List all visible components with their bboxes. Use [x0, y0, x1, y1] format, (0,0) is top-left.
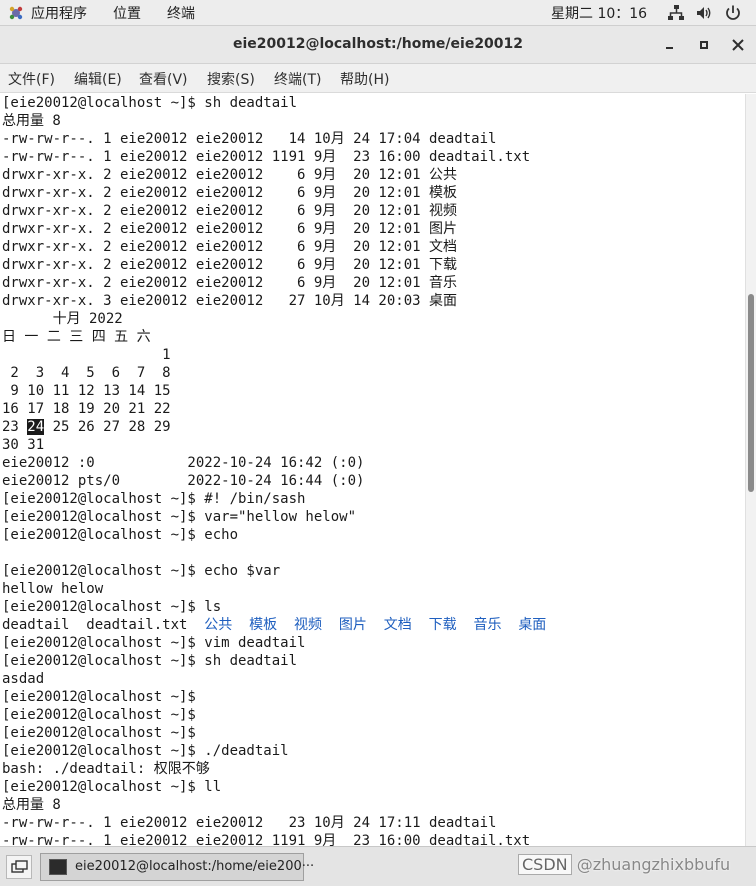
- terminal-line: [eie20012@localhost ~]$ ./deadtail: [2, 743, 289, 759]
- terminal-scrollbar[interactable]: [745, 94, 756, 846]
- taskbar-window-label: eie20012@localhost:/home/eie200···: [75, 859, 315, 874]
- ls-dir: 音乐: [473, 617, 502, 633]
- terminal-line: [eie20012@localhost ~]$ var="hellow helo…: [2, 509, 357, 525]
- show-desktop-button[interactable]: [6, 855, 32, 879]
- terminal-line: [eie20012@localhost ~]$ #! /bin/sash: [2, 491, 306, 507]
- calendar-week: 16 17 18 19 20 21 22: [2, 401, 171, 417]
- watermark-csdn: CSDN: [518, 854, 572, 875]
- terminal-line: [eie20012@localhost ~]$: [2, 707, 196, 723]
- ls-dir: 公共: [204, 617, 233, 633]
- terminal-line: drwxr-xr-x. 2 eie20012 eie20012 6 9月 20 …: [2, 239, 458, 255]
- terminal-output[interactable]: [eie20012@localhost ~]$ sh deadtail 总用量 8…: [0, 94, 745, 846]
- places-menu[interactable]: 位置: [113, 3, 141, 23]
- ls-dir: 桌面: [518, 617, 547, 633]
- applications-icon: [9, 6, 23, 20]
- maximize-icon[interactable]: [694, 35, 714, 55]
- calendar-header: 十月 2022: [2, 311, 123, 327]
- ls-dir: 图片: [338, 617, 367, 633]
- terminal-line: [eie20012@localhost ~]$ echo: [2, 527, 239, 543]
- ls-dir: 下载: [428, 617, 457, 633]
- terminal-line: eie20012 pts/0 2022-10-24 16:44 (:0): [2, 473, 365, 489]
- terminal-line: -rw-rw-r--. 1 eie20012 eie20012 23 10月 2…: [2, 815, 497, 831]
- watermark: CSDN @zhuangzhixbbufu: [518, 854, 731, 875]
- terminal-line: bash: ./deadtail: 权限不够: [2, 761, 210, 777]
- terminal-line: [eie20012@localhost ~]$ vim deadtail: [2, 635, 306, 651]
- terminal-line: [eie20012@localhost ~]$ sh deadtail: [2, 653, 298, 669]
- terminal-line: [eie20012@localhost ~]$ ls: [2, 599, 222, 615]
- window-titlebar[interactable]: eie20012@localhost:/home/eie20012: [0, 26, 756, 64]
- terminal-line: -rw-rw-r--. 1 eie20012 eie20012 1191 9月 …: [2, 833, 531, 846]
- calendar-week: 30 31: [2, 437, 45, 453]
- terminal-line: -rw-rw-r--. 1 eie20012 eie20012 14 10月 2…: [2, 131, 497, 147]
- menu-view[interactable]: 查看(V): [139, 69, 188, 89]
- terminal-line: drwxr-xr-x. 3 eie20012 eie20012 27 10月 1…: [2, 293, 458, 309]
- top-panel: 应用程序 位置 终端 星期二 10：16: [0, 0, 756, 26]
- terminal-line: [eie20012@localhost ~]$: [2, 689, 196, 705]
- ls-files: deadtail deadtail.txt: [2, 617, 205, 633]
- terminal-line: [eie20012@localhost ~]$ echo $var: [2, 563, 281, 579]
- terminal-line: 总用量 8: [2, 797, 61, 813]
- menu-bar: 文件(F) 编辑(E) 查看(V) 搜索(S) 终端(T) 帮助(H): [0, 64, 756, 93]
- minimize-icon[interactable]: [660, 35, 680, 55]
- calendar-week: 1: [2, 347, 171, 363]
- power-icon[interactable]: [724, 4, 742, 22]
- volume-icon[interactable]: [695, 4, 713, 22]
- menu-terminal[interactable]: 终端(T): [274, 69, 321, 89]
- terminal-line: hellow helow: [2, 581, 104, 597]
- menu-file[interactable]: 文件(F): [8, 69, 55, 89]
- terminal-line: drwxr-xr-x. 2 eie20012 eie20012 6 9月 20 …: [2, 221, 458, 237]
- ls-dir: 文档: [383, 617, 412, 633]
- scrollbar-thumb[interactable]: [748, 294, 754, 492]
- show-desktop-icon: [11, 860, 28, 873]
- terminal-line: drwxr-xr-x. 2 eie20012 eie20012 6 9月 20 …: [2, 275, 458, 291]
- calendar-days-before: 23: [2, 419, 28, 435]
- terminal-line: [eie20012@localhost ~]$: [2, 725, 196, 741]
- terminal-line: 总用量 8: [2, 113, 61, 129]
- calendar-today-highlight: 24: [27, 419, 45, 435]
- terminal-app-menu[interactable]: 终端: [167, 3, 195, 23]
- terminal-line: asdad: [2, 671, 45, 687]
- taskbar-window-button[interactable]: eie20012@localhost:/home/eie200···: [40, 853, 314, 881]
- ls-dir: 视频: [294, 617, 323, 633]
- menu-edit[interactable]: 编辑(E): [74, 69, 122, 89]
- terminal-icon: [49, 859, 67, 875]
- menu-search[interactable]: 搜索(S): [207, 69, 255, 89]
- ls-dir: 模板: [249, 617, 278, 633]
- terminal-line: [eie20012@localhost ~]$ ll: [2, 779, 222, 795]
- terminal-line: drwxr-xr-x. 2 eie20012 eie20012 6 9月 20 …: [2, 257, 458, 273]
- calendar-days-after: 25 26 27 28 29: [44, 419, 171, 435]
- terminal-line: drwxr-xr-x. 2 eie20012 eie20012 6 9月 20 …: [2, 167, 458, 183]
- network-icon[interactable]: [667, 4, 685, 22]
- terminal-line: drwxr-xr-x. 2 eie20012 eie20012 6 9月 20 …: [2, 203, 458, 219]
- clock[interactable]: 星期二 10：16: [551, 3, 647, 23]
- taskbar: eie20012@localhost:/home/eie200··· CSDN …: [0, 846, 756, 886]
- menu-help[interactable]: 帮助(H): [340, 69, 389, 89]
- ls-output-line: deadtail deadtail.txt 公共 模板 视频 图片 文档 下载 …: [2, 616, 745, 634]
- terminal-line: drwxr-xr-x. 2 eie20012 eie20012 6 9月 20 …: [2, 185, 458, 201]
- terminal-line: [eie20012@localhost ~]$ sh deadtail: [2, 95, 298, 111]
- close-icon[interactable]: [728, 35, 748, 55]
- terminal-line: -rw-rw-r--. 1 eie20012 eie20012 1191 9月 …: [2, 149, 531, 165]
- calendar-weekdays: 日 一 二 三 四 五 六: [2, 329, 151, 345]
- calendar-week: 2 3 4 5 6 7 8: [2, 365, 171, 381]
- terminal-line: eie20012 :0 2022-10-24 16:42 (:0): [2, 455, 365, 471]
- applications-menu[interactable]: 应用程序: [31, 3, 87, 23]
- watermark-user: @zhuangzhixbbufu: [571, 855, 731, 874]
- calendar-week: 9 10 11 12 13 14 15: [2, 383, 171, 399]
- calendar-week-today: 23 24 25 26 27 28 29: [2, 418, 745, 436]
- window-title: eie20012@localhost:/home/eie20012: [232, 36, 524, 52]
